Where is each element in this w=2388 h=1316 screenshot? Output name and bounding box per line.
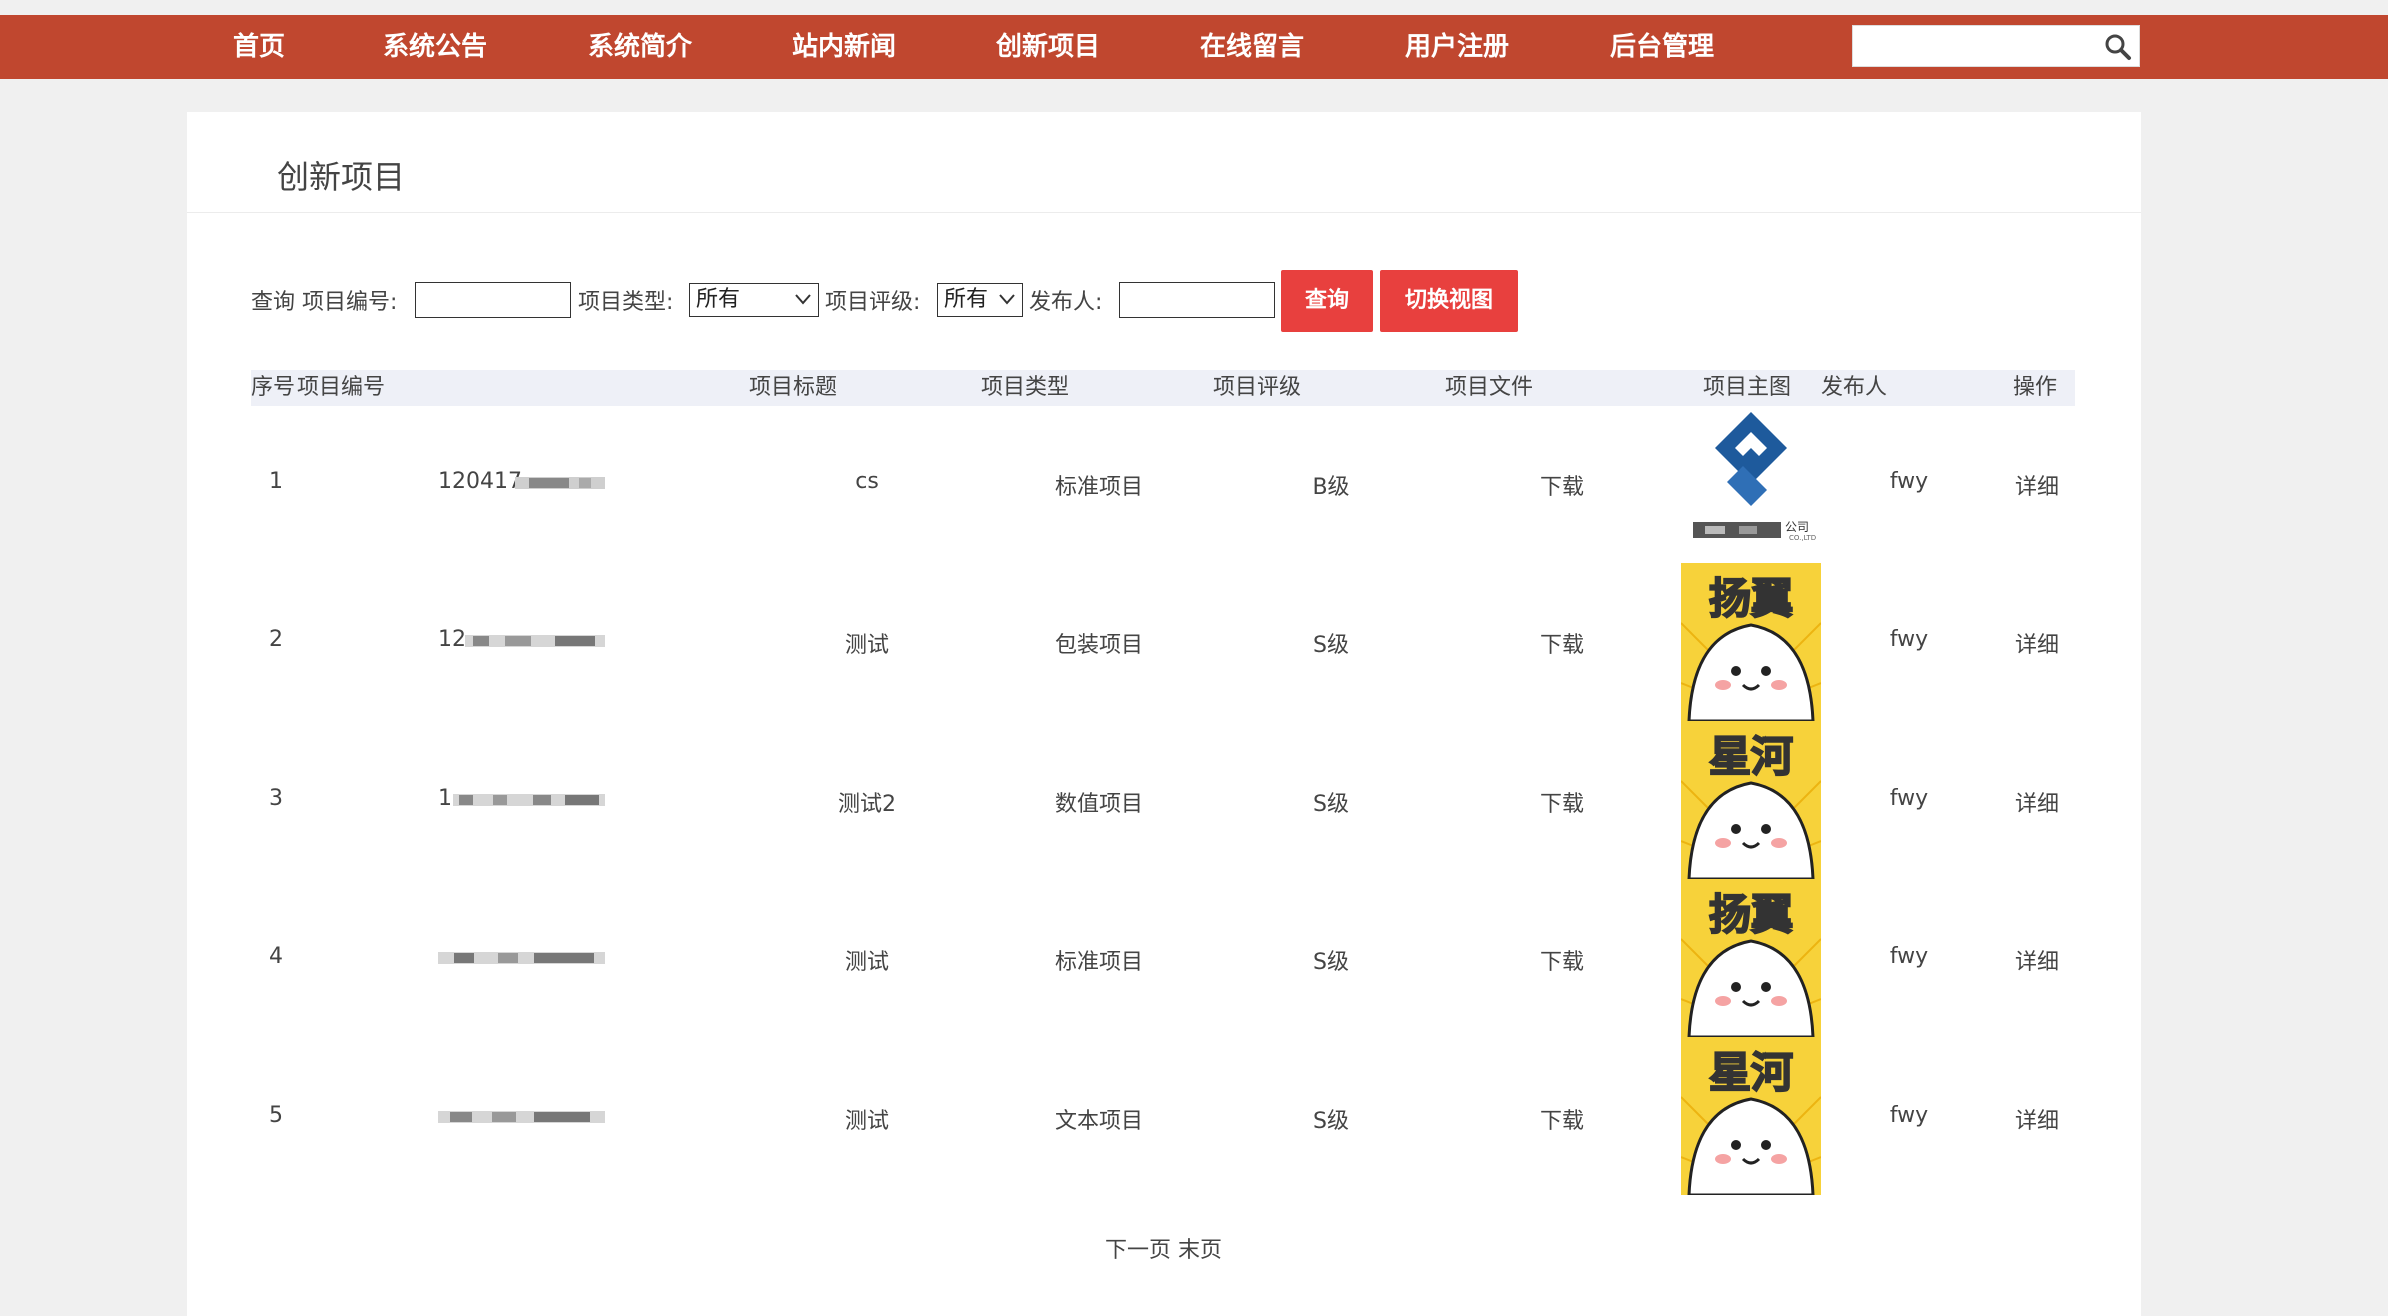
project-image-thumb: 扬翼 — [1681, 879, 1821, 1037]
detail-link[interactable]: 详细 — [2015, 944, 2059, 976]
redacted-code-blur — [453, 794, 605, 806]
header-grade: 项目评级 — [1213, 375, 1302, 400]
nav-introduction[interactable]: 系统简介 — [585, 15, 695, 79]
row-grade: S级 — [1313, 633, 1349, 658]
project-code-input[interactable] — [415, 282, 571, 318]
table-header: 序号 项目编号 项目标题 项目类型 项目评级 项目文件 项目主图 发布人 操作 — [251, 370, 2075, 406]
project-grade-label: 项目评级: — [825, 290, 921, 315]
row-index: 3 — [269, 786, 283, 811]
header-publisher: 发布人 — [1821, 375, 1888, 400]
nav-announcements[interactable]: 系统公告 — [380, 15, 490, 79]
detail-link[interactable]: 详细 — [2015, 627, 2059, 659]
search-input[interactable] — [1853, 26, 2093, 66]
download-link[interactable]: 下载 — [1540, 944, 1584, 976]
logo-subcaption: CO.,LTD — [1789, 534, 1817, 542]
redacted-code-blur — [438, 1111, 605, 1123]
project-grade-select[interactable]: 所有 — [937, 283, 1023, 317]
row-code: 120417 — [438, 469, 522, 494]
project-image-thumb: 扬翼 — [1681, 563, 1821, 721]
download-link[interactable]: 下载 — [1540, 627, 1584, 659]
redacted-code-blur — [465, 635, 605, 647]
row-type: 数值项目 — [1054, 792, 1144, 817]
row-index: 2 — [269, 627, 283, 652]
download-link[interactable]: 下载 — [1540, 786, 1584, 818]
switch-view-button[interactable]: 切换视图 — [1380, 270, 1518, 332]
query-button[interactable]: 查询 — [1281, 270, 1373, 332]
header-image: 项目主图 — [1703, 375, 1792, 400]
publisher-label: 发布人: — [1029, 290, 1103, 315]
detail-link[interactable]: 详细 — [2015, 1103, 2059, 1135]
row-index: 1 — [269, 469, 283, 494]
project-type-label: 项目类型: — [578, 290, 674, 315]
row-title: 测试2 — [838, 792, 896, 817]
row-code: 1 — [438, 786, 452, 811]
thumb-caption: 星河 — [1708, 1047, 1794, 1098]
row-title: 测试 — [844, 950, 890, 975]
thumb-caption: 扬翼 — [1708, 889, 1794, 940]
chevron-down-icon — [795, 294, 811, 305]
row-type: 标准项目 — [1054, 475, 1144, 500]
top-navbar: 首页 系统公告 系统简介 站内新闻 创新项目 在线留言 用户注册 后台管理 — [0, 15, 2388, 79]
project-image-thumb: 星河 — [1681, 1037, 1821, 1195]
last-page-link[interactable]: 末页 — [1178, 1232, 1222, 1264]
header-title: 项目标题 — [749, 375, 838, 400]
nav-projects[interactable]: 创新项目 — [993, 15, 1103, 79]
page-title: 创新项目 — [277, 158, 406, 196]
content-panel: 创新项目 查询 项目编号: 项目类型: 所有 项目评级: 所有 发布人: 查询 … — [187, 112, 2141, 1316]
nav-search-box — [1852, 25, 2140, 67]
search-icon — [2105, 34, 2131, 60]
nav-messages[interactable]: 在线留言 — [1197, 15, 1307, 79]
project-image-logo: 公司 CO.,LTD — [1681, 408, 1821, 548]
project-type-select[interactable]: 所有 — [689, 283, 819, 317]
publisher-input[interactable] — [1119, 282, 1275, 318]
header-index: 序号 — [251, 375, 296, 400]
download-link[interactable]: 下载 — [1540, 469, 1584, 501]
download-link[interactable]: 下载 — [1540, 1103, 1584, 1135]
header-type: 项目类型 — [981, 375, 1070, 400]
nav-news[interactable]: 站内新闻 — [789, 15, 899, 79]
redacted-code-blur — [515, 477, 605, 489]
row-type: 包装项目 — [1054, 633, 1144, 658]
next-page-link[interactable]: 下一页 — [1105, 1232, 1171, 1264]
header-file: 项目文件 — [1445, 375, 1534, 400]
header-action: 操作 — [2013, 375, 2058, 400]
row-grade: S级 — [1313, 1109, 1349, 1134]
chevron-down-icon — [999, 294, 1015, 305]
row-code: 12 — [438, 627, 466, 652]
row-index: 5 — [269, 1103, 283, 1128]
row-type: 标准项目 — [1054, 950, 1144, 975]
detail-link[interactable]: 详细 — [2015, 786, 2059, 818]
logo-caption: 公司 — [1785, 520, 1810, 534]
row-publisher: fwy — [1889, 786, 1929, 811]
row-grade: B级 — [1312, 475, 1350, 500]
row-title: cs — [855, 469, 879, 494]
detail-link[interactable]: 详细 — [2015, 469, 2059, 501]
title-divider — [187, 212, 2141, 213]
project-grade-value: 所有 — [944, 287, 989, 312]
row-publisher: fwy — [1889, 944, 1929, 969]
row-publisher: fwy — [1889, 627, 1929, 652]
row-grade: S级 — [1313, 792, 1349, 817]
project-type-value: 所有 — [696, 287, 741, 312]
row-publisher: fwy — [1889, 1103, 1929, 1128]
project-image-thumb: 星河 — [1681, 721, 1821, 879]
redacted-code-blur — [438, 952, 605, 964]
nav-home[interactable]: 首页 — [230, 15, 288, 79]
nav-admin[interactable]: 后台管理 — [1607, 15, 1717, 79]
row-grade: S级 — [1313, 950, 1349, 975]
nav-register[interactable]: 用户注册 — [1402, 15, 1512, 79]
search-button[interactable] — [2101, 30, 2135, 64]
row-index: 4 — [269, 944, 283, 969]
header-code: 项目编号 — [297, 375, 386, 400]
row-title: 测试 — [844, 633, 890, 658]
row-publisher: fwy — [1889, 469, 1929, 494]
row-type: 文本项目 — [1054, 1109, 1144, 1134]
thumb-caption: 星河 — [1708, 731, 1794, 782]
query-code-label: 查询 项目编号: — [251, 290, 398, 315]
row-title: 测试 — [844, 1109, 890, 1134]
thumb-caption: 扬翼 — [1708, 573, 1794, 624]
